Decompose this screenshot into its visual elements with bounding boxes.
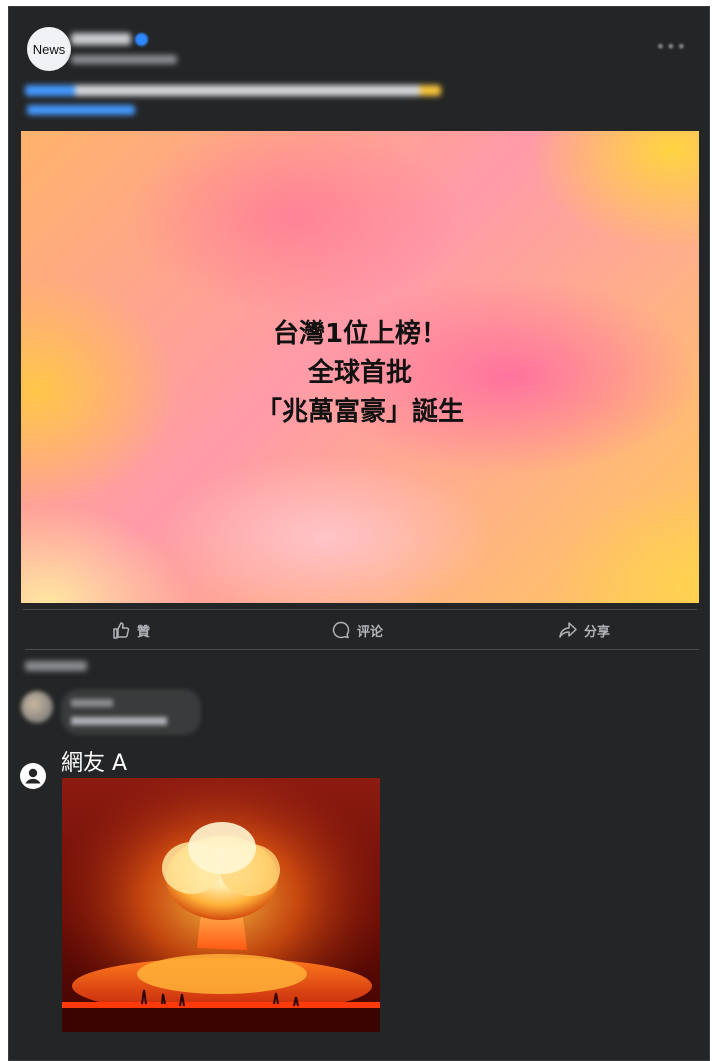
comment-button[interactable]: 评论 <box>331 619 383 641</box>
like-button[interactable]: 贊 <box>111 619 150 641</box>
post-card: News ••• 台灣1位上榜！ 全球首批 「兆萬富豪」誕生 贊 评论 分享 網… <box>8 6 710 1061</box>
page-avatar[interactable]: News <box>27 27 71 71</box>
post-image[interactable]: 台灣1位上榜！ 全球首批 「兆萬富豪」誕生 <box>21 131 699 603</box>
reply-image[interactable] <box>62 778 380 1032</box>
share-arrow-icon <box>558 620 578 640</box>
more-options-icon[interactable]: ••• <box>656 37 687 56</box>
reply-author-name[interactable]: 網友 A <box>61 745 127 777</box>
like-label: 贊 <box>137 624 151 640</box>
share-button[interactable]: 分享 <box>558 619 610 641</box>
comment-bubble-blurred <box>61 689 201 735</box>
hero-line-2: 全球首批 <box>307 358 412 388</box>
comment-text-blurred <box>71 717 167 725</box>
post-text-blurred <box>25 85 441 96</box>
commenter-avatar-blurred[interactable] <box>21 691 53 723</box>
user-avatar-icon[interactable] <box>20 763 46 789</box>
post-timestamp-blurred[interactable] <box>71 55 177 64</box>
explosion-illustration <box>62 778 380 1032</box>
share-label: 分享 <box>584 624 611 640</box>
hero-line-1: 台灣1位上榜！ <box>272 319 448 349</box>
thumbs-up-icon <box>111 620 131 640</box>
divider <box>25 649 699 650</box>
comment-bubble-icon <box>331 620 351 640</box>
avatar-label: News <box>32 41 66 57</box>
commenter-name-blurred[interactable] <box>71 699 113 707</box>
verified-icon <box>135 33 148 46</box>
page-name-blurred[interactable] <box>71 33 131 45</box>
comment-label: 评论 <box>357 624 384 640</box>
divider <box>23 609 697 610</box>
comment-sort-blurred[interactable] <box>25 661 87 671</box>
post-link-blurred[interactable] <box>27 105 135 115</box>
hero-line-3: 「兆萬富豪」誕生 <box>255 397 464 427</box>
